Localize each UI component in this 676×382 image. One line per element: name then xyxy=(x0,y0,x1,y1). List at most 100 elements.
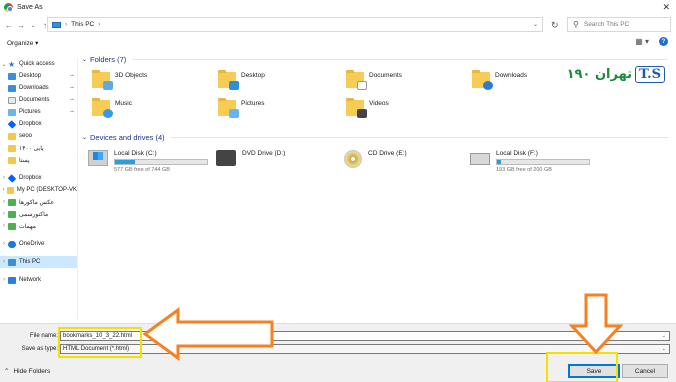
folder-3d-objects-icon xyxy=(92,70,113,90)
folder-item[interactable]: Pictures xyxy=(218,98,264,118)
sidebar-item-folder-posta[interactable]: پستا xyxy=(0,154,77,166)
search-box[interactable]: ⚲ Search This PC xyxy=(567,17,671,32)
hide-folders-button[interactable]: ⌃ Hide Folders xyxy=(4,367,50,376)
sidebar-item-label: This PC xyxy=(19,259,41,265)
dropbox-icon xyxy=(7,173,17,183)
drives-group-header[interactable]: ⌄ Devices and drives (4) xyxy=(82,130,672,144)
sidebar-item-quick-access[interactable]: ⌄ ★ Quick access xyxy=(0,58,77,70)
refresh-icon[interactable]: ↻ xyxy=(551,20,559,31)
chevron-up-icon: ⌃ xyxy=(4,368,10,375)
chevron-right-icon[interactable]: › xyxy=(0,211,8,217)
drive-item[interactable]: Local Disk (F:) 193 GB free of 200 GB xyxy=(470,150,590,173)
sidebar-item-folder-1400[interactable]: پایی ۱۴۰۰ xyxy=(0,142,77,154)
chevron-down-icon[interactable]: ⌄ xyxy=(662,333,666,339)
sidebar-item-downloads[interactable]: Downloads ⊸ xyxy=(0,82,77,94)
search-input[interactable]: Search This PC xyxy=(584,21,629,28)
pin-icon: ⊸ xyxy=(69,73,74,79)
sidebar-item-this-pc[interactable]: › This PC xyxy=(0,256,77,268)
sidebar-item-desktop[interactable]: Desktop ⊸ xyxy=(0,70,77,82)
folder-icon xyxy=(8,132,16,140)
file-name-input[interactable]: bookmarks_10_3_22.html ⌄ xyxy=(60,331,670,341)
sidebar-item-seoo[interactable]: seoo xyxy=(0,130,77,142)
cd-drive-icon xyxy=(344,150,362,168)
highlight-box-filename xyxy=(58,327,142,358)
network-icon xyxy=(8,276,16,284)
sidebar-item-folder-akse[interactable]: › عکس ماکورها xyxy=(0,196,77,208)
chevron-right-icon[interactable]: › xyxy=(0,223,8,229)
sidebar-item-label: Dropbox xyxy=(19,121,42,127)
window-title: Save As xyxy=(17,4,43,11)
sidebar-item-folder-mohemat[interactable]: › مهمات xyxy=(0,220,77,232)
this-pc-icon xyxy=(52,21,61,28)
folder-icon xyxy=(8,156,16,164)
drive-usage-fill xyxy=(115,160,136,164)
content-pane: ⌄ Folders (7) 3D Objects Desktop Documen… xyxy=(82,52,672,320)
sidebar-item-label: OneDrive xyxy=(19,241,45,247)
pin-icon: ⊸ xyxy=(69,109,74,115)
watermark-logo: تهران ۱۹۰ T.S xyxy=(545,60,665,88)
sidebar-item-documents[interactable]: Documents ⊸ xyxy=(0,94,77,106)
drive-usage-fill xyxy=(497,160,501,164)
save-type-label: Save as type: xyxy=(21,346,58,352)
pin-icon: ⊸ xyxy=(69,97,74,103)
this-pc-icon xyxy=(8,258,16,266)
drive-item[interactable]: Local Disk (C:) 577 GB free of 744 GB xyxy=(88,150,208,173)
folder-item[interactable]: Downloads xyxy=(472,70,527,90)
chevron-down-icon[interactable]: ⌄ xyxy=(662,346,666,352)
chevron-down-icon[interactable]: ⌄ xyxy=(0,61,8,68)
chevron-right-icon[interactable]: › xyxy=(0,277,8,283)
sidebar-item-label: Quick access xyxy=(19,61,55,67)
forward-icon[interactable]: → xyxy=(15,19,27,31)
sidebar-item-my-pc[interactable]: › My PC (DESKTOP-VK xyxy=(0,184,77,196)
sidebar-item-label: Dropbox xyxy=(19,175,42,181)
sidebar-item-label: Pictures xyxy=(19,109,41,115)
chevron-right-icon[interactable]: › xyxy=(0,259,8,265)
help-icon[interactable]: ? xyxy=(659,37,668,46)
drive-item[interactable]: CD Drive (E:) xyxy=(344,150,407,168)
organize-button[interactable]: Organize ▾ xyxy=(7,39,38,47)
folder-item[interactable]: Music xyxy=(92,98,132,118)
view-options-icon[interactable]: ▦ ▾ xyxy=(635,37,649,46)
folder-label: Desktop xyxy=(241,72,265,79)
folder-music-icon xyxy=(92,98,113,118)
search-icon: ⚲ xyxy=(573,20,579,29)
folder-item[interactable]: Documents xyxy=(346,70,402,90)
breadcrumb-this-pc[interactable]: This PC xyxy=(71,21,94,28)
folder-item[interactable]: 3D Objects xyxy=(92,70,148,90)
sidebar-item-label: پستا xyxy=(19,157,30,164)
divider xyxy=(170,136,668,138)
chevron-right-icon[interactable]: › xyxy=(0,199,8,205)
sidebar-item-network[interactable]: › Network xyxy=(0,274,77,286)
folder-item[interactable]: Desktop xyxy=(218,70,265,90)
sidebar-item-label: My PC (DESKTOP-VK xyxy=(16,187,77,193)
save-panel: File name: bookmarks_10_3_22.html ⌄ Save… xyxy=(0,323,676,382)
address-bar[interactable]: › This PC › ⌄ xyxy=(47,17,543,32)
navigation-bar: ← → ⌄ ↑ › This PC › ⌄ ↻ ⚲ Search This PC xyxy=(0,16,676,34)
chevron-right-icon[interactable]: › xyxy=(0,241,8,247)
pin-icon: ⊸ xyxy=(69,85,74,91)
sidebar-item-dropbox-quick[interactable]: Dropbox xyxy=(0,118,77,130)
close-icon[interactable]: ✕ xyxy=(662,2,670,13)
hard-drive-icon xyxy=(470,153,490,165)
drive-label: CD Drive (E:) xyxy=(368,150,407,157)
recent-locations-icon[interactable]: ⌄ xyxy=(27,19,39,31)
sidebar-item-dropbox[interactable]: › Dropbox xyxy=(0,172,77,184)
sidebar-item-label: seoo xyxy=(19,133,33,139)
back-icon[interactable]: ← xyxy=(3,19,15,31)
chevron-down-icon[interactable]: ⌄ xyxy=(82,134,90,141)
star-icon: ★ xyxy=(8,59,16,69)
chevron-right-icon[interactable]: › xyxy=(0,187,7,193)
chevron-down-icon[interactable]: ⌄ xyxy=(82,56,90,63)
sidebar-item-pictures[interactable]: Pictures ⊸ xyxy=(0,106,77,118)
folder-icon xyxy=(8,198,16,206)
address-dropdown-icon[interactable]: ⌄ xyxy=(533,21,538,28)
chrome-icon xyxy=(4,3,13,12)
sidebar-item-onedrive[interactable]: › OneDrive xyxy=(0,238,77,250)
folders-group-title: Folders (7) xyxy=(90,54,127,64)
folder-item[interactable]: Videos xyxy=(346,98,389,118)
drive-item[interactable]: DVD Drive (D:) xyxy=(216,150,285,166)
cancel-button[interactable]: Cancel xyxy=(622,364,668,378)
drive-usage-bar xyxy=(496,159,590,165)
folder-label: 3D Objects xyxy=(115,72,148,79)
sidebar-item-folder-maket[interactable]: › ماکتورسمی xyxy=(0,208,77,220)
